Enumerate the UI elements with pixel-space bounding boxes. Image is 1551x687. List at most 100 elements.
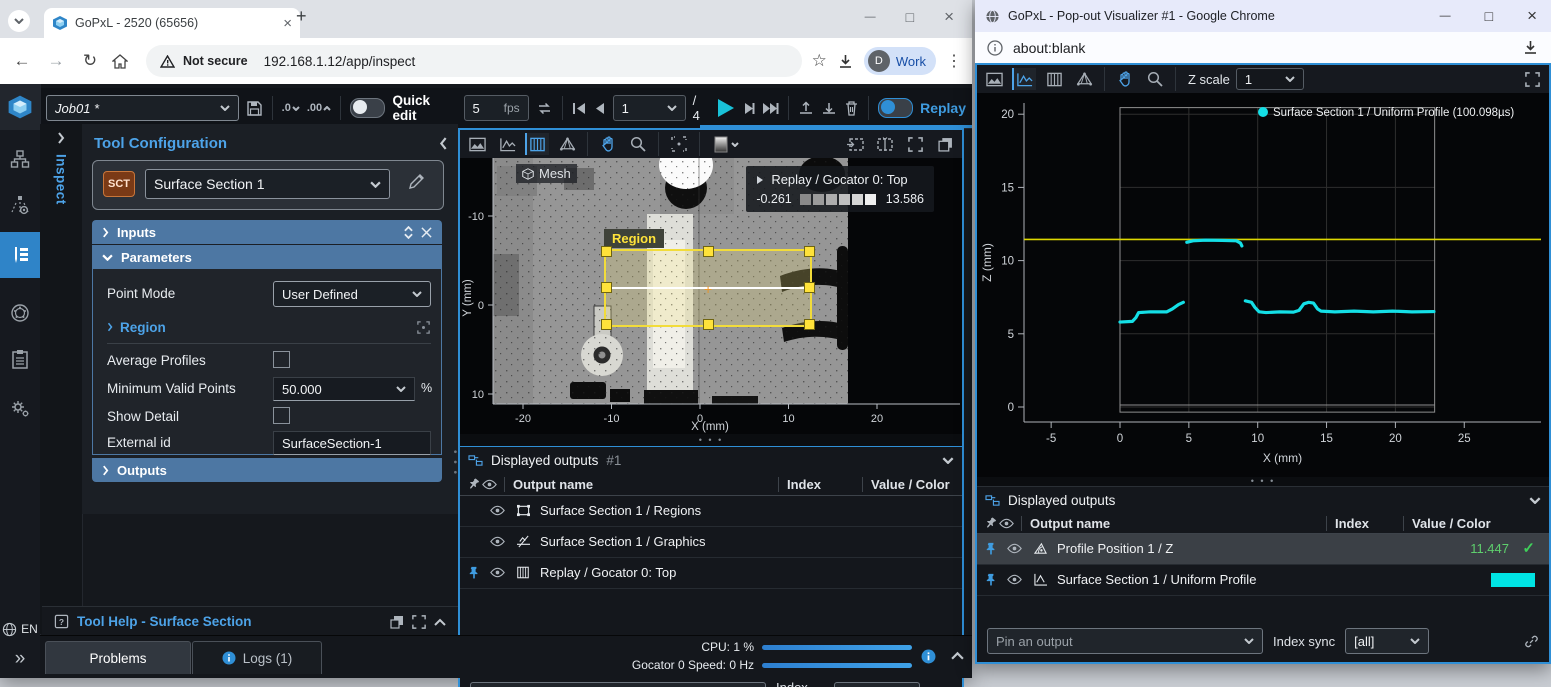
expand-status-icon[interactable]	[951, 651, 964, 660]
tab-search-button[interactable]	[8, 10, 30, 32]
nav-system-icon[interactable]	[0, 142, 40, 176]
output-row[interactable]: Surface Section 1 / Uniform Profile	[977, 565, 1549, 596]
visibility-icon[interactable]	[1007, 574, 1022, 585]
parameters-section-header[interactable]: Parameters	[92, 245, 442, 269]
visibility-column-icon[interactable]	[999, 518, 1021, 529]
view-image-icon[interactable]	[982, 68, 1006, 90]
pin-output-select[interactable]: Pin an output	[987, 628, 1263, 654]
point-mode-select[interactable]: User Defined	[273, 281, 431, 307]
visibility-icon[interactable]	[1007, 543, 1022, 554]
collapse-help-icon[interactable]	[434, 618, 446, 626]
expand-rail-icon[interactable]: »	[0, 642, 40, 676]
visibility-slot[interactable]	[490, 505, 505, 516]
region-row[interactable]: Region	[107, 317, 431, 337]
delete-icon[interactable]	[844, 100, 859, 116]
region-handle[interactable]	[601, 246, 612, 257]
view-mesh-icon[interactable]	[555, 133, 579, 155]
pin-column-icon[interactable]	[985, 517, 999, 529]
region-handle[interactable]	[601, 319, 612, 330]
nav-inspect-icon[interactable]	[0, 232, 40, 278]
collapse-left-icon[interactable]	[439, 137, 448, 150]
mesh-mode-chip[interactable]: Mesh	[516, 164, 577, 183]
download-icon[interactable]	[821, 100, 837, 116]
nav-settings-icon[interactable]	[0, 392, 40, 426]
region-handle[interactable]	[703, 319, 714, 330]
popout-downloads-icon[interactable]	[1522, 39, 1539, 56]
minimize-icon[interactable]: —	[865, 11, 876, 23]
pin-output-select[interactable]: Pin an output	[470, 682, 766, 687]
fit-view-icon[interactable]	[667, 133, 691, 155]
inputs-section-header[interactable]: Inputs	[92, 220, 442, 244]
visibility-column-icon[interactable]	[482, 479, 504, 490]
pan-tool-icon[interactable]	[1113, 68, 1137, 90]
output-row[interactable]: Replay / Gocator 0: Top	[460, 558, 962, 589]
region-handle[interactable]	[703, 246, 714, 257]
pan-tool-icon[interactable]	[596, 133, 620, 155]
output-row[interactable]: Surface Section 1 / Graphics	[460, 527, 962, 558]
collapse-panel-icon[interactable]	[57, 132, 65, 144]
output-color-swatch[interactable]	[1491, 573, 1535, 587]
pin-slot[interactable]	[468, 566, 482, 579]
play-button[interactable]	[714, 97, 736, 119]
pin-icon[interactable]	[468, 566, 480, 579]
frame-select[interactable]: 1	[613, 95, 686, 121]
next-frame-icon[interactable]	[743, 102, 755, 115]
quick-edit-toggle[interactable]	[350, 98, 385, 118]
link-icon[interactable]	[1524, 634, 1539, 649]
home-icon[interactable]	[112, 54, 136, 69]
fps-field[interactable]: 5 fps	[464, 95, 529, 121]
index-sync-select[interactable]: [all]	[834, 682, 920, 687]
close-icon[interactable]: ×	[944, 7, 954, 27]
inspect-tab-label[interactable]: Inspect	[54, 154, 69, 205]
popout-titlebar[interactable]: GoPxL - Pop-out Visualizer #1 - Google C…	[975, 0, 1551, 32]
language-selector[interactable]: EN	[0, 612, 40, 646]
horizontal-splitter[interactable]: • • •	[977, 477, 1549, 486]
collapse-all-icon[interactable]	[421, 227, 432, 238]
popout-minimize-icon[interactable]: —	[1440, 10, 1451, 22]
z-scale-select[interactable]: 1	[1236, 68, 1304, 90]
zoom-tool-icon[interactable]	[626, 133, 650, 155]
region-handle[interactable]	[804, 282, 815, 293]
index-sync-select[interactable]: [all]	[1345, 628, 1429, 654]
forward-icon[interactable]: →	[44, 51, 68, 71]
popout-close-icon[interactable]: ×	[1527, 6, 1537, 26]
replay-toggle[interactable]	[878, 98, 913, 118]
tool-help-bar[interactable]: ? Tool Help - Surface Section	[42, 606, 458, 636]
popout-view-icon[interactable]	[933, 133, 957, 155]
pin-slot[interactable]	[985, 573, 999, 586]
visibility-slot[interactable]	[490, 567, 505, 578]
min-valid-points-field[interactable]: 50.000	[273, 377, 415, 401]
downloads-icon[interactable]	[837, 53, 854, 70]
browser-tab[interactable]: GoPxL - 2520 (65656) ×	[44, 8, 300, 38]
collapse-outputs-icon[interactable]	[942, 457, 954, 464]
play-to-view-icon[interactable]	[843, 133, 867, 155]
fullscreen-view-icon[interactable]	[903, 133, 927, 155]
pin-column-icon[interactable]	[468, 478, 482, 490]
center-view-icon[interactable]	[873, 133, 897, 155]
url-field[interactable]: Not secure 192.168.1.12/app/inspect	[146, 45, 802, 77]
save-icon[interactable]	[246, 100, 263, 117]
pin-slot[interactable]	[985, 542, 999, 555]
logs-tab[interactable]: Logs (1)	[192, 641, 322, 674]
zoom-tool-icon[interactable]	[1143, 68, 1167, 90]
nav-clipboard-icon[interactable]	[0, 342, 40, 376]
collapse-outputs-icon[interactable]	[1529, 497, 1541, 504]
profile-chart-area[interactable]: -5051015202505101520X (mm)Z (mm)Surface …	[977, 93, 1549, 477]
pin-icon[interactable]	[985, 542, 997, 555]
view-image-icon[interactable]	[465, 133, 489, 155]
visibility-slot[interactable]	[490, 536, 505, 547]
visibility-slot[interactable]	[1007, 543, 1022, 554]
status-info-icon[interactable]	[921, 649, 936, 664]
average-profiles-checkbox[interactable]	[273, 351, 290, 368]
fullscreen-help-icon[interactable]	[412, 615, 426, 629]
back-icon[interactable]: ←	[10, 51, 34, 71]
edit-tool-icon[interactable]	[408, 173, 425, 190]
nav-sensor-icon[interactable]	[0, 188, 40, 222]
horizontal-splitter[interactable]: • • •	[460, 436, 962, 444]
external-id-field[interactable]: SurfaceSection-1	[273, 431, 431, 455]
outputs-section-header[interactable]: Outputs	[92, 458, 442, 482]
show-detail-checkbox[interactable]	[273, 407, 290, 424]
region-handle[interactable]	[804, 246, 815, 257]
last-frame-icon[interactable]	[762, 102, 779, 115]
view-profile-icon[interactable]	[495, 133, 519, 155]
